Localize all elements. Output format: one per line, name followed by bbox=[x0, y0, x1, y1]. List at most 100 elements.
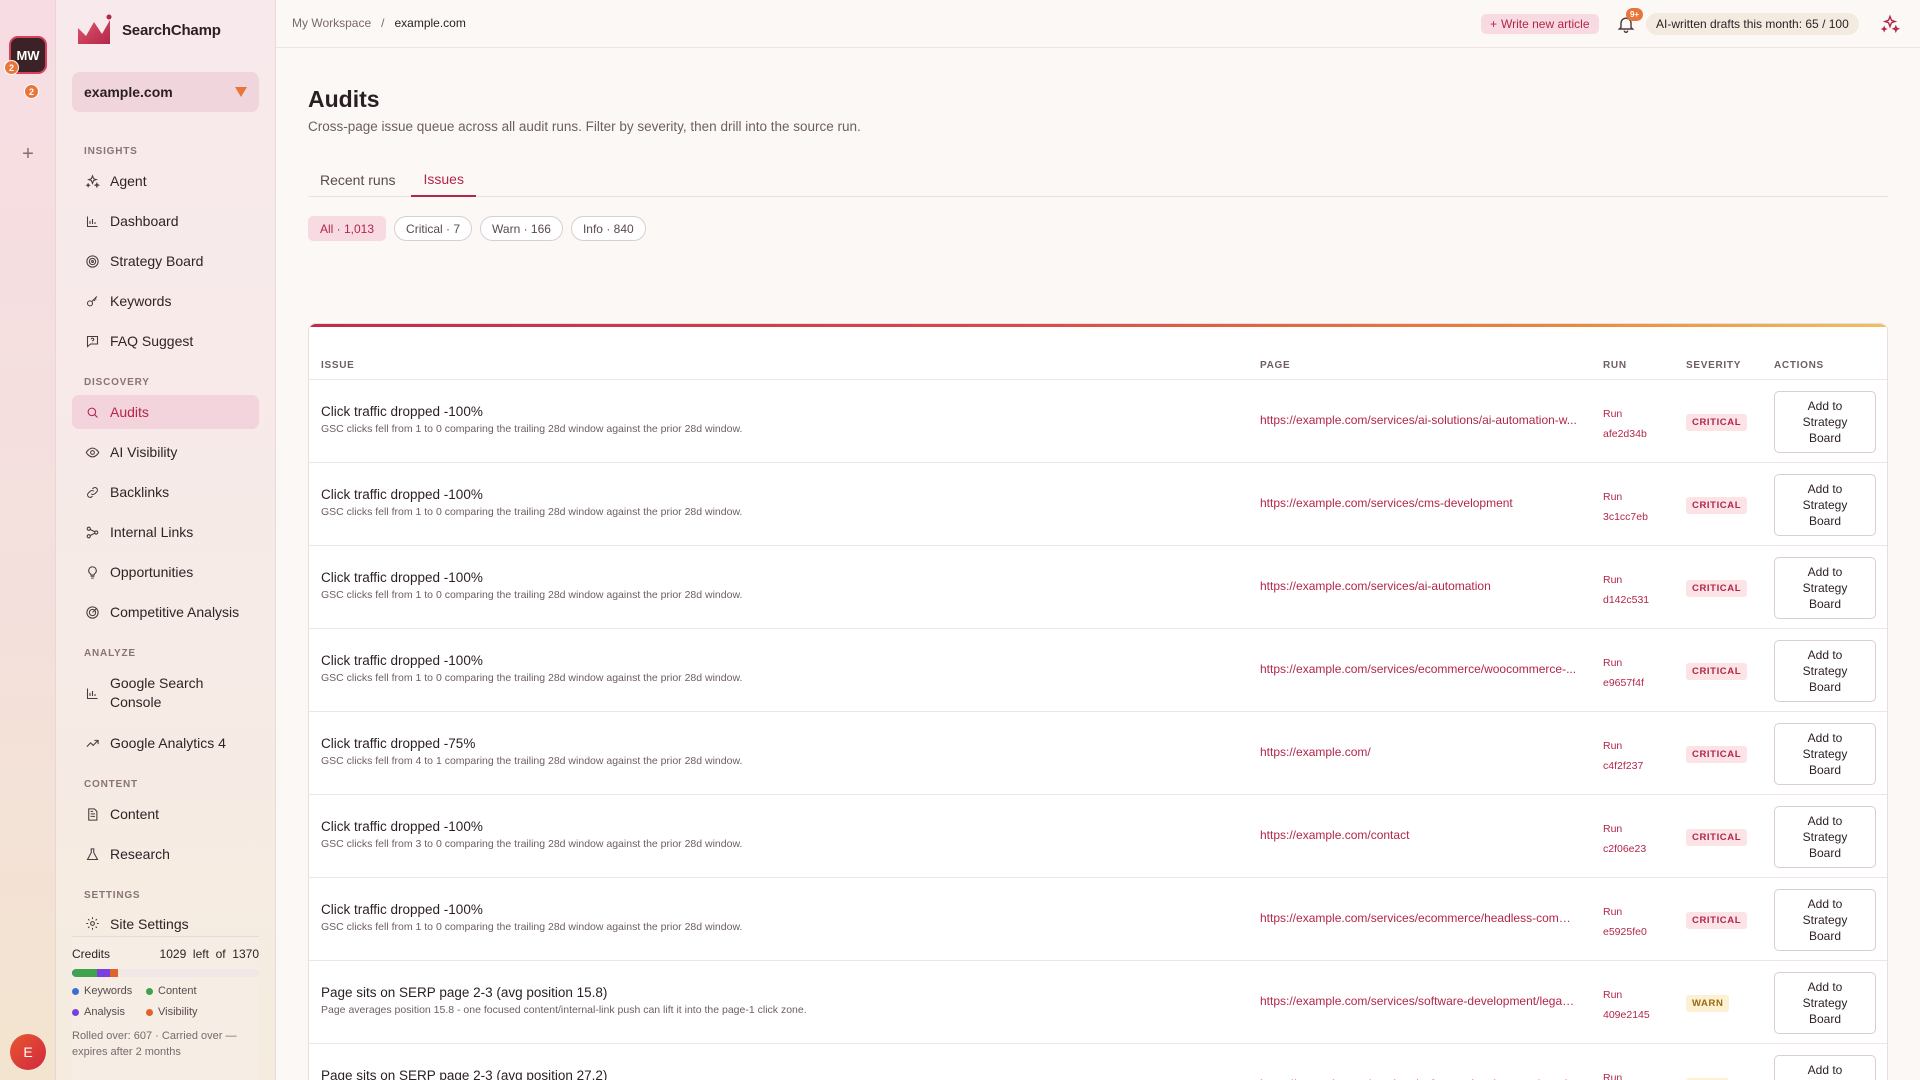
sparkles-icon[interactable] bbox=[1880, 14, 1900, 34]
nav-item-audits[interactable]: Audits bbox=[72, 395, 259, 429]
ai-drafts-quota: AI-written drafts this month: 65 / 100 bbox=[1646, 13, 1859, 35]
add-workspace-icon[interactable]: + bbox=[18, 143, 38, 166]
nav-item-competitive-analysis[interactable]: Competitive Analysis bbox=[72, 595, 259, 629]
run-id: c4f2f237 bbox=[1603, 760, 1644, 772]
nav-item-label: Audits bbox=[110, 403, 149, 420]
tab-issues[interactable]: Issues bbox=[411, 163, 476, 197]
filter-critical[interactable]: Critical · 7 bbox=[394, 216, 473, 241]
severity-badge: CRITICAL bbox=[1686, 580, 1748, 597]
table-row[interactable]: Click traffic dropped -100% GSC clicks fe… bbox=[309, 380, 1887, 463]
issue-title: Click traffic dropped -100% bbox=[321, 404, 483, 419]
add-to-strategy-board-button[interactable]: Add to Strategy Board bbox=[1774, 557, 1876, 619]
severity-badge: CRITICAL bbox=[1686, 746, 1748, 763]
caret-down-icon bbox=[235, 87, 247, 97]
run-prefix: Run bbox=[1603, 740, 1623, 752]
add-to-strategy-board-button[interactable]: Add to Strategy Board bbox=[1774, 723, 1876, 785]
run-link[interactable]: Run e5925fe0 bbox=[1603, 902, 1647, 942]
run-link[interactable]: Run bbox=[1603, 1068, 1622, 1080]
run-link[interactable]: Run 3c1cc7eb bbox=[1603, 487, 1648, 527]
nav-section-insights: INSIGHTS bbox=[84, 146, 138, 157]
tab-recent-runs[interactable]: Recent runs bbox=[308, 163, 407, 197]
run-prefix: Run bbox=[1603, 574, 1623, 586]
nav-item-label: AI Visibility bbox=[110, 443, 178, 460]
run-link[interactable]: Run 409e2145 bbox=[1603, 985, 1650, 1025]
page-link[interactable]: https://example.com/services/ai-automati… bbox=[1260, 579, 1578, 593]
add-to-strategy-board-button[interactable]: Add to Strategy Board bbox=[1774, 1055, 1876, 1080]
nav-item-internal-links[interactable]: Internal Links bbox=[72, 515, 259, 549]
page-link[interactable]: https://example.com/services/ai-solution… bbox=[1260, 413, 1578, 427]
add-to-strategy-board-button[interactable]: Add to Strategy Board bbox=[1774, 972, 1876, 1034]
filter-warn[interactable]: Warn · 166 bbox=[480, 216, 563, 241]
filter-all[interactable]: All · 1,013 bbox=[308, 216, 387, 241]
nav-section-discovery: DISCOVERY bbox=[84, 377, 150, 388]
site-selector[interactable]: example.com bbox=[72, 72, 259, 112]
nav-item-google-analytics-4[interactable]: Google Analytics 4 bbox=[72, 726, 259, 760]
topbar: My Workspace / example.com + Write new a… bbox=[276, 0, 1920, 48]
issue-cell: Click traffic dropped -100% GSC clicks fe… bbox=[321, 404, 1241, 435]
run-link[interactable]: Run afe2d34b bbox=[1603, 404, 1647, 444]
nav-item-ai-visibility[interactable]: AI Visibility bbox=[72, 435, 259, 469]
workspace-badge: 2 bbox=[24, 84, 39, 99]
add-to-strategy-board-button[interactable]: Add to Strategy Board bbox=[1774, 806, 1876, 868]
page-link[interactable]: https://example.com/services/software-de… bbox=[1260, 994, 1578, 1008]
table-row[interactable]: Page sits on SERP page 2-3 (avg position… bbox=[309, 1044, 1887, 1080]
nav-item-label: Google Search Console bbox=[110, 675, 204, 710]
breadcrumb-workspace[interactable]: My Workspace bbox=[292, 16, 371, 30]
nav-item-dashboard[interactable]: Dashboard bbox=[72, 204, 259, 238]
add-to-strategy-board-button[interactable]: Add to Strategy Board bbox=[1774, 889, 1876, 951]
nav-item-keywords[interactable]: Keywords bbox=[72, 284, 259, 318]
credits-panel: Credits 1029 left of 1370 Keywords Conte… bbox=[72, 936, 259, 1080]
page-link[interactable]: https://example.com/services/ecommerce/h… bbox=[1260, 911, 1578, 925]
site-selector-value: example.com bbox=[84, 84, 173, 100]
run-link[interactable]: Run e9657f4f bbox=[1603, 653, 1644, 693]
tabs: Recent runs Issues bbox=[308, 163, 1888, 197]
run-link[interactable]: Run c2f06e23 bbox=[1603, 819, 1646, 859]
nav-item-label: Agent bbox=[110, 172, 147, 189]
table-row[interactable]: Click traffic dropped -100% GSC clicks fe… bbox=[309, 795, 1887, 878]
nav-item-google-search-console[interactable]: Google Search Console bbox=[72, 672, 259, 714]
nav-item-site-settings[interactable]: Site Settings bbox=[72, 908, 259, 936]
credits-count: 1029 left of 1370 bbox=[159, 947, 259, 961]
run-link[interactable]: Run c4f2f237 bbox=[1603, 736, 1643, 776]
nav-item-research[interactable]: Research bbox=[72, 837, 259, 871]
column-header-run: RUN bbox=[1603, 360, 1627, 371]
credits-usage-bar bbox=[72, 969, 259, 977]
table-row[interactable]: Click traffic dropped -100% GSC clicks fe… bbox=[309, 463, 1887, 546]
credits-segment-visibility bbox=[110, 969, 118, 977]
table-row[interactable]: Page sits on SERP page 2-3 (avg position… bbox=[309, 961, 1887, 1044]
run-link[interactable]: Run d142c531 bbox=[1603, 570, 1649, 610]
table-row[interactable]: Click traffic dropped -100% GSC clicks fe… bbox=[309, 629, 1887, 712]
issue-description: GSC clicks fell from 1 to 0 comparing th… bbox=[321, 423, 743, 435]
page-link[interactable]: https://example.com/services/cms-develop… bbox=[1260, 496, 1578, 510]
table-row[interactable]: Click traffic dropped -100% GSC clicks fe… bbox=[309, 878, 1887, 961]
page-link[interactable]: https://example.com/ bbox=[1260, 745, 1578, 759]
nav-item-agent[interactable]: Agent bbox=[72, 164, 259, 198]
page-link[interactable]: https://example.com/contact bbox=[1260, 828, 1578, 842]
page-link[interactable]: https://example.com/services/ecommerce/w… bbox=[1260, 662, 1578, 676]
issue-cell: Page sits on SERP page 2-3 (avg position… bbox=[321, 1068, 1241, 1080]
run-prefix: Run bbox=[1603, 823, 1623, 835]
brand[interactable]: SearchChamp bbox=[76, 14, 221, 46]
filter-info[interactable]: Info · 840 bbox=[570, 216, 646, 241]
nav-item-strategy-board[interactable]: Strategy Board bbox=[72, 244, 259, 278]
user-avatar[interactable]: E bbox=[10, 1034, 46, 1070]
issue-description: GSC clicks fell from 1 to 0 comparing th… bbox=[321, 506, 743, 518]
breadcrumb: My Workspace / example.com bbox=[292, 16, 466, 30]
nav-item-opportunities[interactable]: Opportunities bbox=[72, 555, 259, 589]
network-icon bbox=[84, 524, 100, 540]
add-to-strategy-board-button[interactable]: Add to Strategy Board bbox=[1774, 640, 1876, 702]
write-new-article-button[interactable]: + Write new article bbox=[1481, 14, 1599, 34]
issue-description: GSC clicks fell from 1 to 0 comparing th… bbox=[321, 589, 743, 601]
nav-item-faq-suggest[interactable]: FAQ Suggest bbox=[72, 324, 259, 358]
nav-item-label: Keywords bbox=[110, 292, 172, 309]
table-row[interactable]: Click traffic dropped -75% GSC clicks fel… bbox=[309, 712, 1887, 795]
breadcrumb-separator: / bbox=[381, 16, 385, 30]
add-to-strategy-board-button[interactable]: Add to Strategy Board bbox=[1774, 474, 1876, 536]
severity-badge: WARN bbox=[1686, 995, 1730, 1012]
notification-badge: 9+ bbox=[1626, 8, 1643, 21]
nav-item-content[interactable]: Content bbox=[72, 797, 259, 831]
nav-item-backlinks[interactable]: Backlinks bbox=[72, 475, 259, 509]
add-to-strategy-board-button[interactable]: Add to Strategy Board bbox=[1774, 391, 1876, 453]
table-row[interactable]: Click traffic dropped -100% GSC clicks fe… bbox=[309, 546, 1887, 629]
document-icon bbox=[84, 806, 100, 822]
